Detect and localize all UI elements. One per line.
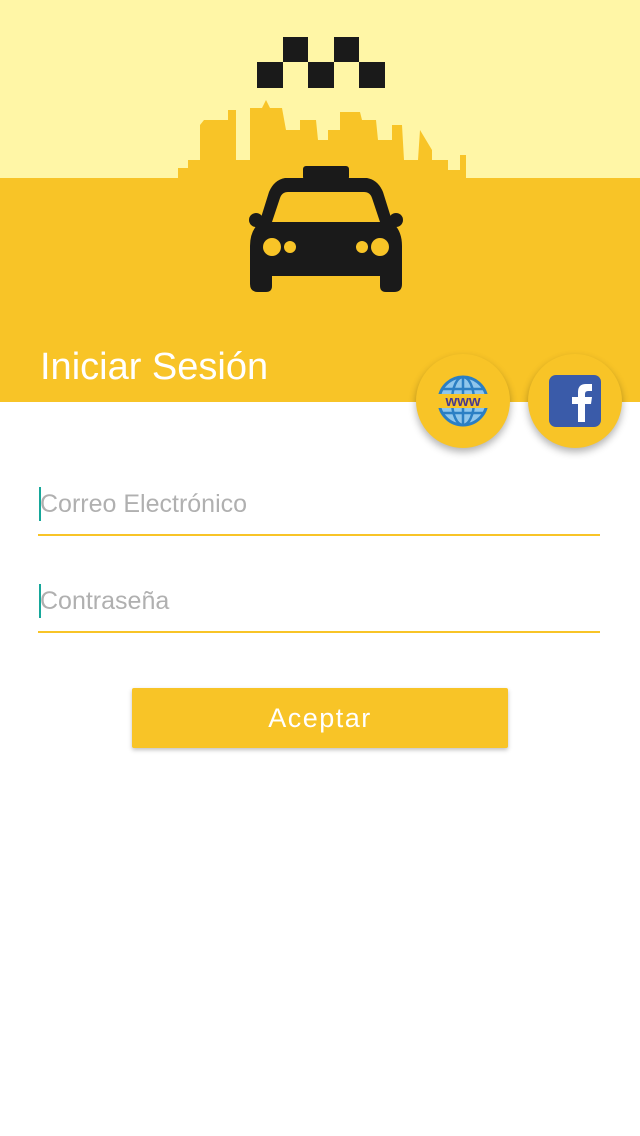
email-field[interactable]	[38, 474, 602, 534]
page-title: Iniciar Sesión	[40, 346, 269, 388]
facebook-icon	[549, 375, 601, 427]
password-field-container	[38, 571, 602, 633]
password-field[interactable]	[38, 571, 602, 631]
taxi-city-icon	[178, 37, 466, 318]
www-globe-icon: www	[437, 375, 489, 427]
facebook-button[interactable]	[528, 354, 622, 448]
accept-button[interactable]: Aceptar	[132, 688, 508, 748]
email-field-container	[38, 474, 602, 536]
website-button[interactable]: www	[416, 354, 510, 448]
checkered-flag-icon	[257, 37, 385, 88]
svg-text:www: www	[444, 393, 480, 410]
